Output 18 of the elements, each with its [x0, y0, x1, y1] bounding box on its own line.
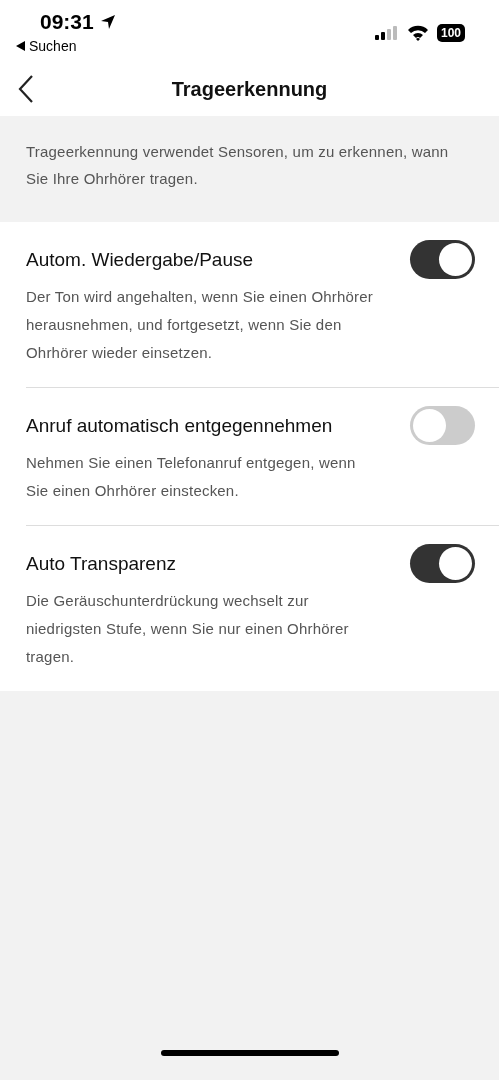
signal-icon	[374, 26, 399, 40]
setting-description: Der Ton wird angehalten, wenn Sie einen Ohrhörer herausnehmen, und fortgesetzt, wenn Sie den Ohrhörer wieder einsetzen.	[26, 287, 375, 363]
battery-level: 100	[436, 24, 465, 42]
toggle-switch[interactable]	[410, 406, 475, 445]
toggle-switch[interactable]	[410, 240, 475, 279]
back-triangle-icon[interactable]	[16, 41, 25, 51]
setting-title: Auto Transparenz	[26, 552, 176, 575]
location-arrow-icon	[99, 14, 116, 30]
wifi-icon	[406, 25, 429, 41]
section-description: Trageerkennung verwendet Sensoren, um zu erkennen, wann Sie Ihre Ohrhörer tragen.	[25, 142, 450, 189]
back-to-app-link[interactable]: Suchen	[29, 38, 77, 54]
status-time: 09:31	[40, 10, 94, 34]
setting-title: Autom. Wiedergabe/Pause	[26, 248, 254, 271]
setting-description: Nehmen Sie einen Telefonanruf entgegen, wenn Sie einen Ohrhörer einstecken.	[26, 453, 357, 501]
toggle-switch[interactable]	[410, 544, 475, 583]
setting-title: Anruf automatisch entgegennehmen	[26, 414, 333, 437]
setting-description: Die Geräuschunterdrückung wechselt zur niedrigsten Stufe, wenn Sie nur einen Ohrhörer tragen.	[26, 591, 350, 667]
page-title: Trageerkennung	[171, 77, 328, 101]
